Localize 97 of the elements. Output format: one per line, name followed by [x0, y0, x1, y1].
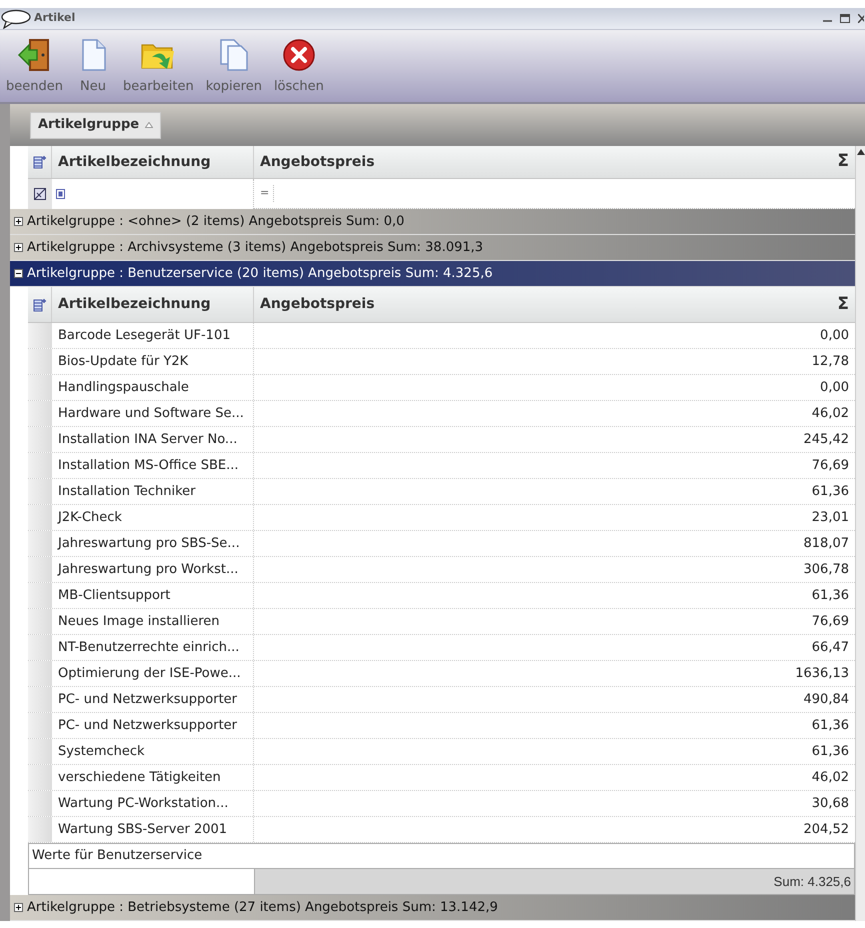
scroll-up-icon[interactable] [856, 149, 864, 155]
row-selector[interactable] [28, 609, 52, 634]
row-selector[interactable] [28, 427, 52, 452]
expand-icon[interactable] [14, 243, 23, 252]
table-cell-text: 30,68 [810, 794, 850, 813]
toolbar-button[interactable]: Neu [74, 36, 111, 96]
table-cell-text: 23,01 [810, 508, 850, 527]
sum-icon[interactable]: Σ [837, 149, 849, 175]
filter-field[interactable]: = [260, 185, 274, 202]
table-cell: NT-Benutzerrechte einrich... [52, 635, 254, 660]
toolbar-button[interactable]: löschen [274, 36, 324, 96]
row-selector[interactable] [28, 791, 52, 816]
table-cell-text: 306,78 [802, 560, 850, 579]
group-row[interactable]: Artikelgruppe : Archivsysteme (3 items) Angebotspreis Sum: 38.091,3 [10, 235, 855, 261]
group-by-chip[interactable]: Artikelgruppe [30, 112, 162, 138]
table-cell-text: 46,02 [810, 404, 850, 423]
column-header[interactable]: Artikelbezeichnung [52, 146, 254, 178]
row-selector[interactable] [28, 739, 52, 764]
row-selector[interactable] [28, 765, 52, 790]
column-header[interactable]: Artikelbezeichnung [52, 287, 254, 322]
group-label: Artikelgruppe : <ohne> (2 items) Angebotspreis Sum: 0,0 [27, 212, 404, 231]
table-cell: PC- und Netzwerksupporter [52, 713, 254, 738]
table-cell: Neues Image installieren [52, 609, 254, 634]
group-label: Artikelgruppe : Benutzerservice (20 items) Angebotspreis Sum: 4.325,6 [27, 264, 493, 283]
filter-clear-icon[interactable] [34, 188, 46, 200]
group-sum: Sum: 4.325,6 [255, 869, 854, 894]
toolbar-button[interactable]: beenden [6, 36, 63, 96]
toolbar-button[interactable]: bearbeiten [122, 36, 194, 96]
table-cell-text: 66,47 [810, 638, 850, 657]
row-selector[interactable] [28, 583, 52, 608]
table-cell-text: 61,36 [810, 716, 850, 735]
table-cell: verschiedene Tätigkeiten [52, 765, 254, 790]
row-selector[interactable] [28, 817, 52, 842]
speech-bubble-icon [0, 8, 32, 28]
table-cell-text: 61,36 [810, 586, 850, 605]
table-cell: Optimierung der ISE-Powe... [52, 661, 254, 686]
group-label: Artikelgruppe : Archivsysteme (3 items) Angebotspreis Sum: 38.091,3 [27, 238, 484, 257]
table-cell-text: 1636,13 [794, 664, 850, 683]
row-selector[interactable] [28, 349, 52, 374]
row-selector[interactable] [28, 375, 52, 400]
row-selector[interactable] [28, 453, 52, 478]
table-cell: Bios-Update für Y2K [52, 349, 254, 374]
row-selector[interactable] [28, 557, 52, 582]
delete-icon [280, 36, 317, 72]
column-header[interactable]: Angebotspreis [260, 152, 375, 172]
table-cell-text: 0,00 [819, 378, 850, 397]
table-cell-text: 12,78 [810, 352, 850, 371]
table-cell: PC- und Netzwerksupporter [52, 687, 254, 712]
table-cell: MB-Clientsupport [52, 583, 254, 608]
row-selector[interactable] [28, 401, 52, 426]
table-cell: Installation MS-Office SBE... [52, 453, 254, 478]
group-label: Artikelgruppe : Betriebsysteme (27 items) Angebotspreis Sum: 13.142,9 [27, 898, 498, 917]
row-selector[interactable] [28, 323, 52, 348]
row-selector[interactable] [28, 505, 52, 530]
table-cell-text: 204,52 [802, 820, 850, 839]
table-cell: Jahreswartung pro Workst... [52, 557, 254, 582]
table-cell-text: 818,07 [802, 534, 850, 553]
table-cell-text: 61,36 [810, 742, 850, 761]
table-cell-text: 46,02 [810, 768, 850, 787]
table-cell: Systemcheck [52, 739, 254, 764]
table-cell: Installation Techniker [52, 479, 254, 504]
table-cell-text: 245,42 [802, 430, 850, 449]
collapse-icon[interactable] [14, 269, 23, 278]
table-cell: Wartung PC-Workstation... [52, 791, 254, 816]
group-row[interactable]: Artikelgruppe : Benutzerservice (20 items) Angebotspreis Sum: 4.325,6 [10, 261, 855, 287]
maximize-icon[interactable] [840, 14, 850, 23]
table-cell: Barcode Lesegerät UF-101 [52, 323, 254, 348]
table-cell: Installation INA Server No... [52, 427, 254, 452]
table-cell: Hardware und Software Se... [52, 401, 254, 426]
row-selector[interactable] [28, 687, 52, 712]
close-icon[interactable] [858, 14, 864, 23]
table-cell-text: 76,69 [810, 456, 850, 475]
table-cell: Handlingspauschale [52, 375, 254, 400]
table-cell-text: 76,69 [810, 612, 850, 631]
column-chooser-icon[interactable] [32, 155, 46, 169]
group-row[interactable]: Artikelgruppe : Betriebsysteme (27 items) Angebotspreis Sum: 13.142,9 [10, 895, 855, 921]
sort-ascending-icon [145, 122, 154, 128]
table-cell-text: 0,00 [819, 326, 850, 345]
table-cell: Wartung SBS-Server 2001 [52, 817, 254, 842]
sum-icon[interactable]: Σ [837, 292, 849, 318]
table-cell-text: 61,36 [810, 482, 850, 501]
expand-icon[interactable] [14, 217, 23, 226]
window-title: Artikel [34, 10, 76, 26]
table-cell: Jahreswartung pro SBS-Se... [52, 531, 254, 556]
row-selector[interactable] [28, 531, 52, 556]
row-selector[interactable] [28, 479, 52, 504]
group-row[interactable]: Artikelgruppe : <ohne> (2 items) Angebotspreis Sum: 0,0 [10, 209, 855, 235]
row-selector[interactable] [28, 713, 52, 738]
column-header[interactable]: Angebotspreis [260, 294, 375, 315]
table-cell-text: 490,84 [802, 690, 850, 709]
table-cell: J2K-Check [52, 505, 254, 530]
filter-operator-icon[interactable] [56, 189, 65, 199]
row-selector[interactable] [28, 635, 52, 660]
column-chooser-icon[interactable] [32, 298, 46, 312]
toolbar-button[interactable]: kopieren [206, 36, 262, 96]
row-selector[interactable] [28, 661, 52, 686]
expand-icon[interactable] [14, 903, 23, 912]
